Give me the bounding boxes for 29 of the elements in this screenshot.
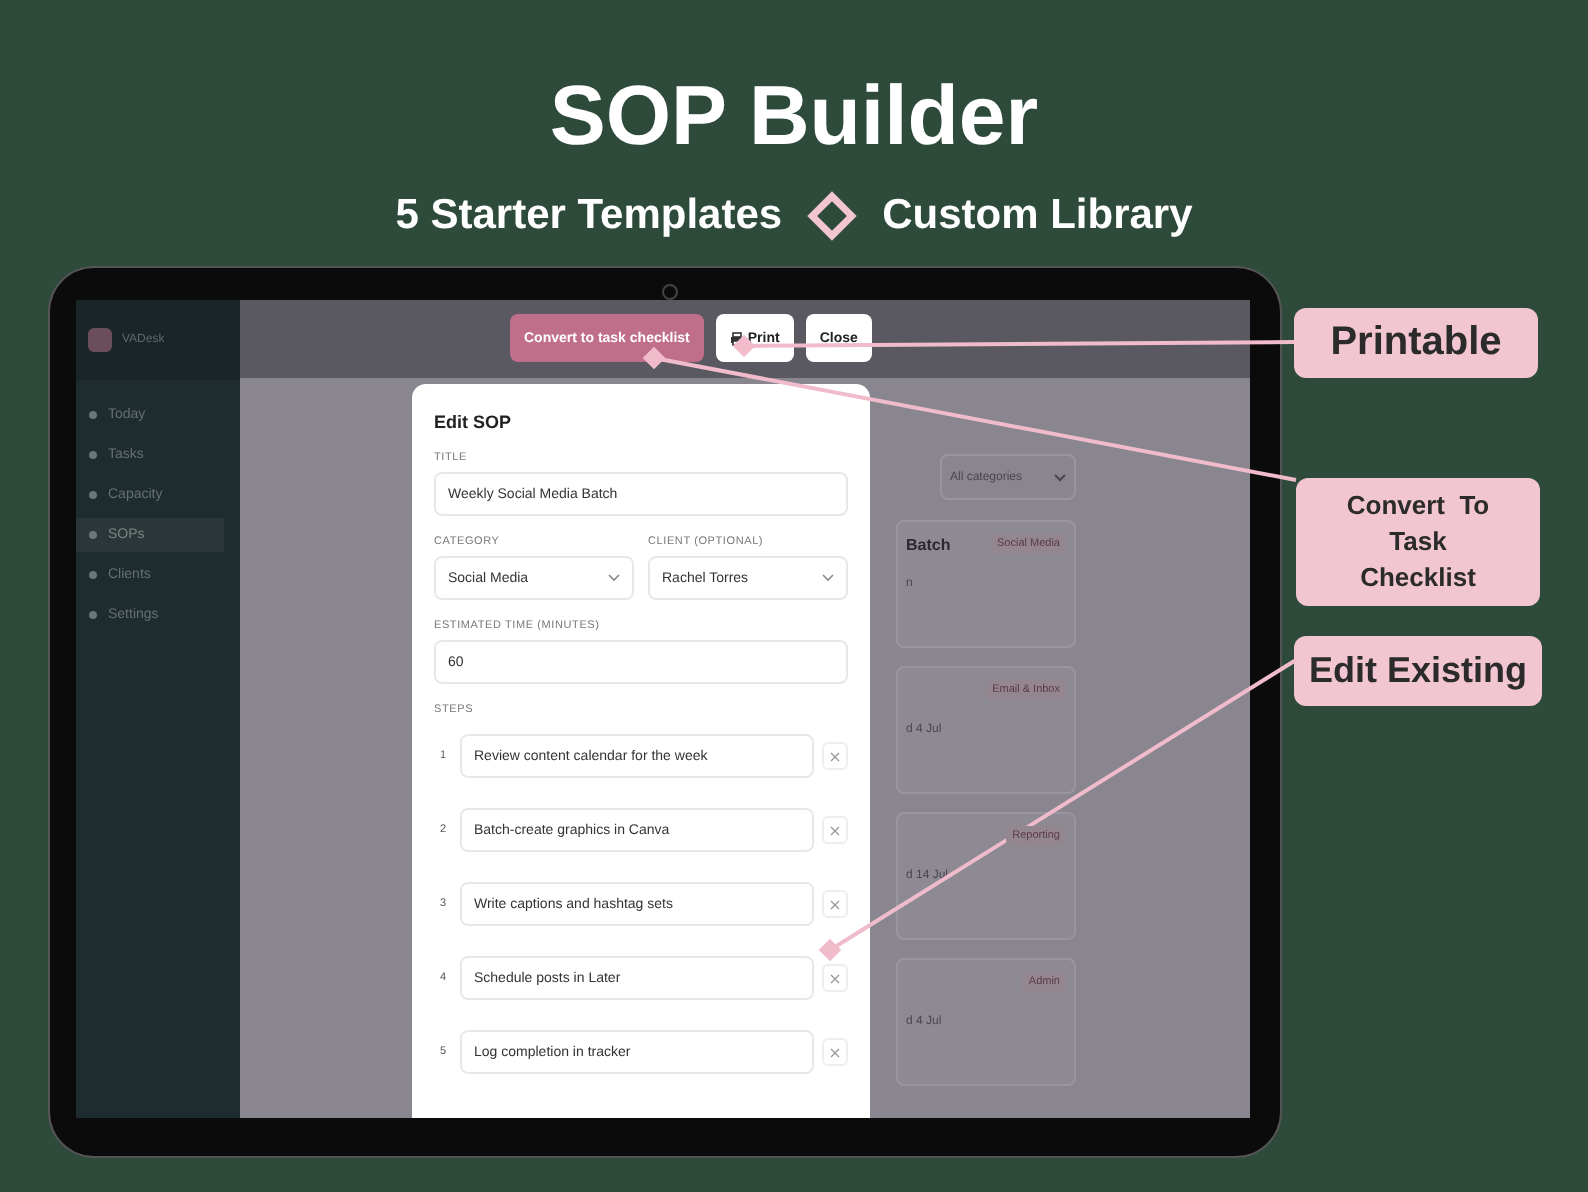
close-icon <box>830 1047 840 1057</box>
diamond-icon <box>806 190 859 242</box>
dot-icon <box>88 410 98 420</box>
subtitle-text: 5 Starter Templates <box>395 192 783 240</box>
close-icon <box>830 751 840 761</box>
dialog-title: Edit SOP <box>434 412 514 432</box>
remove-step-button[interactable] <box>822 890 848 918</box>
remove-step-button[interactable] <box>822 816 848 844</box>
callout-label: Printable <box>1294 308 1538 378</box>
callout-label: Edit Existing <box>1294 636 1542 706</box>
chevron-icon <box>822 574 834 582</box>
dot-icon <box>88 570 98 580</box>
dot-icon <box>88 450 98 460</box>
remove-step-button[interactable] <box>822 1038 848 1066</box>
dot-icon <box>88 490 98 500</box>
remove-step-button[interactable] <box>822 742 848 770</box>
remove-step-button[interactable] <box>822 964 848 992</box>
chevron-icon <box>608 574 620 582</box>
dot-icon <box>88 610 98 620</box>
card-title: Batch <box>906 535 951 553</box>
close-icon <box>830 825 840 835</box>
chevron-icon <box>1054 473 1066 481</box>
page-title: SOP Builder <box>549 66 1039 166</box>
app-logo-icon <box>88 328 112 352</box>
dot-icon <box>88 530 98 540</box>
close-icon <box>830 899 840 909</box>
callout-label: Convert To Task Checklist <box>1296 478 1540 606</box>
subtitle-text: Custom Library <box>882 192 1193 240</box>
close-icon <box>830 973 840 983</box>
